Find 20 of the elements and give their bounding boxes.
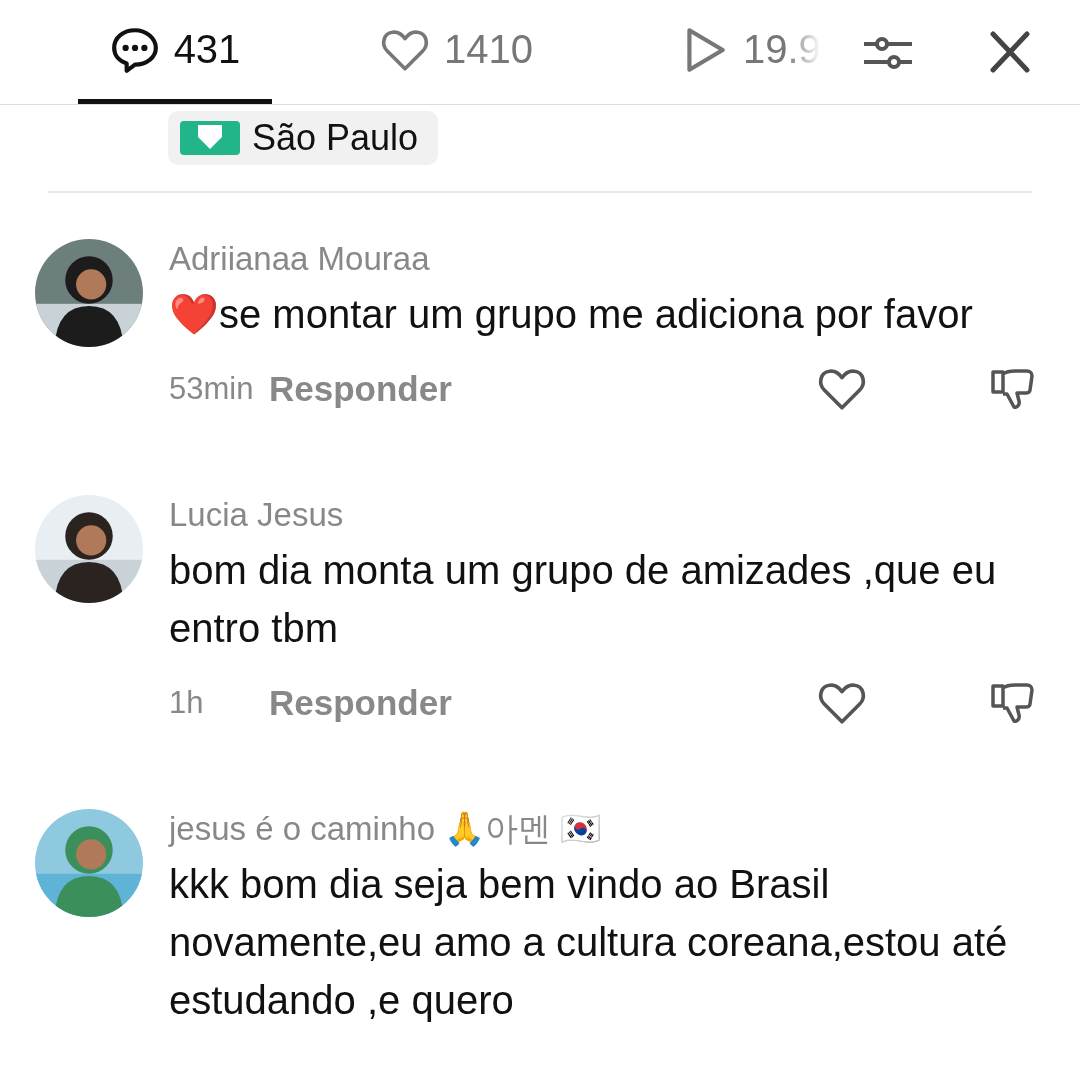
- thumbs-down-icon[interactable]: [989, 680, 1035, 726]
- location-tag[interactable]: São Paulo: [168, 111, 439, 165]
- tab[interactable]: 1410: [352, 0, 561, 104]
- username[interactable]: Adriianaa Mouraa: [169, 239, 1045, 279]
- heart-icon[interactable]: [817, 680, 867, 726]
- reply-button[interactable]: Responder: [269, 683, 452, 723]
- heart-icon[interactable]: [817, 366, 867, 412]
- reply-button[interactable]: Responder: [269, 369, 452, 409]
- timestamp: 53min: [169, 371, 255, 407]
- username[interactable]: Lucia Jesus: [169, 495, 1045, 535]
- comment-text: ❤se montar um grupo me adiciona por favor: [169, 291, 974, 338]
- username[interactable]: jesus é o caminho 🙏아멘 🇰🇷: [169, 809, 1045, 849]
- tab[interactable]: 19.9: [651, 0, 849, 104]
- location-label: São Paulo: [252, 117, 419, 159]
- comment-text: kkk bom dia seja bem vindo ao Brasil novamente,eu amo a cultura coreana,estou até estudando ,e quero: [169, 861, 1009, 1024]
- comment-text: bom dia monta um grupo de amizades ,que eu entro tbm: [169, 547, 998, 652]
- timestamp: 1h: [169, 685, 205, 721]
- thumbs-down-icon[interactable]: [989, 366, 1035, 412]
- tab[interactable]: 431: [78, 0, 272, 104]
- location-pin-icon: [180, 121, 240, 155]
